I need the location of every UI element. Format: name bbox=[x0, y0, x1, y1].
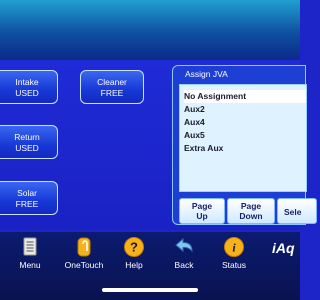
list-item-aux2[interactable]: Aux2 bbox=[184, 103, 306, 116]
nav-status-button[interactable]: i Status bbox=[210, 236, 258, 270]
brand-logo: iAq bbox=[272, 240, 295, 256]
return-status: USED bbox=[15, 143, 39, 153]
list-item-extra-aux[interactable]: Extra Aux bbox=[184, 142, 306, 155]
cleaner-tile[interactable]: Cleaner FREE bbox=[80, 70, 144, 104]
intake-label: Intake bbox=[15, 77, 39, 87]
cleaner-status: FREE bbox=[100, 88, 124, 98]
help-icon: ? bbox=[124, 237, 144, 257]
assign-jva-panel: Assign JVA No Assignment Aux2 Aux4 Aux5 … bbox=[172, 65, 317, 225]
page-down-label-1: Page bbox=[240, 201, 262, 211]
select-button[interactable]: Sele bbox=[277, 198, 317, 224]
svg-text:?: ? bbox=[130, 240, 138, 255]
page-up-button[interactable]: Page Up bbox=[179, 198, 225, 224]
nav-onetouch-button[interactable]: OneTouch bbox=[60, 236, 108, 270]
page-up-label-2: Up bbox=[196, 211, 208, 221]
list-item-aux5[interactable]: Aux5 bbox=[184, 129, 306, 142]
page-down-button[interactable]: Page Down bbox=[227, 198, 275, 224]
status-icon: i bbox=[224, 237, 244, 257]
top-header-bar bbox=[0, 0, 300, 60]
nav-back-label: Back bbox=[174, 260, 194, 270]
intake-status: USED bbox=[15, 88, 39, 98]
nav-onetouch-label: OneTouch bbox=[64, 260, 104, 270]
nav-back-button[interactable]: Back bbox=[160, 236, 208, 270]
assign-jva-title: Assign JVA bbox=[185, 69, 228, 79]
cleaner-label: Cleaner bbox=[97, 77, 127, 87]
nav-menu-label: Menu bbox=[19, 260, 41, 270]
menu-icon bbox=[23, 237, 37, 256]
page-up-label-1: Page bbox=[191, 201, 213, 211]
select-label: Sele bbox=[284, 207, 302, 217]
nav-help-button[interactable]: ? Help bbox=[110, 236, 158, 270]
onetouch-icon bbox=[77, 237, 91, 257]
intake-tile[interactable]: Intake USED bbox=[0, 70, 58, 104]
return-label: Return bbox=[14, 132, 40, 142]
nav-help-label: Help bbox=[125, 260, 143, 270]
back-icon bbox=[175, 237, 193, 253]
home-indicator[interactable] bbox=[102, 288, 198, 292]
page-down-label-2: Down bbox=[239, 211, 263, 221]
solar-tile[interactable]: Solar FREE bbox=[0, 181, 58, 215]
list-item-no-assignment[interactable]: No Assignment bbox=[184, 90, 306, 103]
solar-label: Solar bbox=[17, 188, 37, 198]
jva-assignment-list[interactable]: No Assignment Aux2 Aux4 Aux5 Extra Aux bbox=[179, 84, 307, 192]
nav-status-label: Status bbox=[221, 260, 247, 270]
return-tile[interactable]: Return USED bbox=[0, 125, 58, 159]
list-item-aux4[interactable]: Aux4 bbox=[184, 116, 306, 129]
nav-menu-button[interactable]: Menu bbox=[6, 236, 54, 270]
solar-status: FREE bbox=[15, 199, 39, 209]
